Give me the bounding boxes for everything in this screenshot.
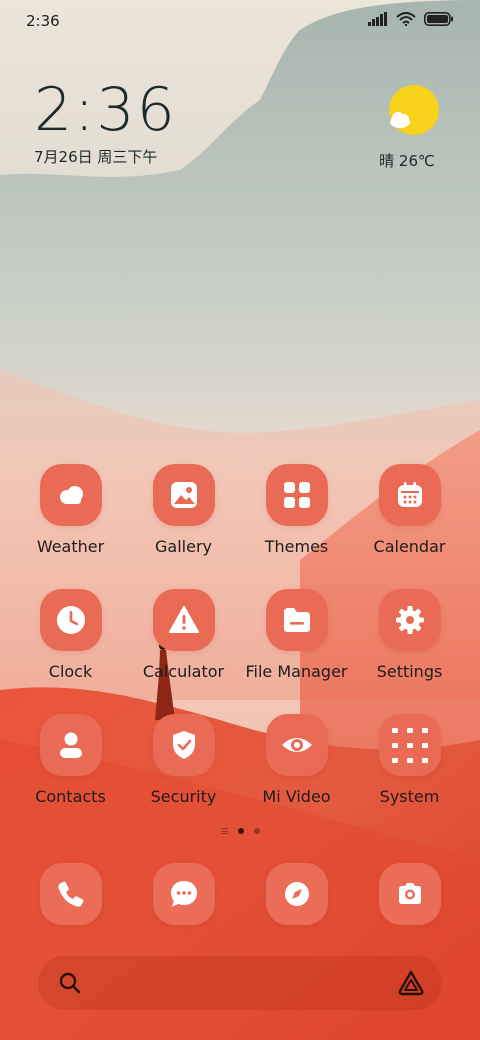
signal-icon (368, 12, 387, 26)
app-grid: Weather Gallery Themes Calendar Clock Ca… (14, 464, 466, 839)
search-bar[interactable] (38, 956, 442, 1010)
camera-icon (399, 883, 421, 904)
app-clock[interactable]: Clock (14, 589, 127, 714)
status-time: 2:36 (26, 12, 60, 30)
app-label: Settings (376, 662, 443, 681)
sun-cloud-icon (389, 85, 439, 135)
app-label: Themes (264, 537, 329, 556)
compass-icon (285, 882, 309, 906)
cloud-icon (60, 486, 83, 504)
eye-icon (282, 738, 312, 752)
calendar-icon (398, 482, 422, 507)
app-label: Calculator (142, 662, 225, 681)
app-calendar[interactable]: Calendar (353, 464, 466, 589)
app-label: Calendar (373, 537, 446, 556)
image-icon (171, 482, 197, 508)
status-bar: 2:36 (0, 0, 480, 42)
app-label: Mi Video (262, 787, 331, 806)
app-file-manager[interactable]: File Manager (240, 589, 353, 714)
wifi-icon (396, 12, 416, 26)
clock-widget[interactable]: 2:36 7月26日 周三下午 (34, 78, 177, 167)
folder-grid-icon (392, 728, 428, 763)
app-folder-system[interactable]: System (353, 714, 466, 839)
app-label: Security (150, 787, 217, 806)
clock-icon (57, 606, 85, 634)
app-security[interactable]: Security (127, 714, 240, 839)
app-weather[interactable]: Weather (14, 464, 127, 589)
app-label: System (379, 787, 440, 806)
message-icon (171, 881, 197, 907)
assistant-icon[interactable] (396, 969, 426, 997)
gear-icon (396, 606, 424, 634)
app-themes[interactable]: Themes (240, 464, 353, 589)
weather-widget[interactable]: 晴 26℃ (379, 84, 444, 171)
app-label: Weather (36, 537, 105, 556)
app-label: File Manager (245, 662, 348, 681)
page-dot (253, 828, 260, 834)
clock-date: 7月26日 周三下午 (34, 148, 158, 166)
grid-icon (284, 482, 310, 508)
weather-temperature: 26℃ (398, 152, 435, 170)
app-calculator[interactable]: Calculator (127, 589, 240, 714)
app-label: Contacts (35, 787, 106, 806)
list-indicator-icon (220, 828, 228, 834)
phone-icon (58, 881, 84, 907)
app-gallery[interactable]: Gallery (127, 464, 240, 589)
app-label: Clock (48, 662, 93, 681)
app-settings[interactable]: Settings (353, 589, 466, 714)
clock-time: 2:36 (34, 75, 177, 145)
person-icon (60, 732, 82, 758)
weather-condition: 晴 (379, 152, 395, 170)
app-mi-video[interactable]: Mi Video (240, 714, 353, 839)
battery-icon (424, 12, 453, 26)
app-contacts[interactable]: Contacts (14, 714, 127, 839)
folder-icon (284, 608, 310, 632)
shield-icon (173, 731, 195, 759)
app-label: Gallery (155, 537, 212, 556)
warning-icon (169, 606, 199, 633)
search-icon (59, 972, 81, 994)
page-dot-active (237, 828, 244, 834)
page-indicator[interactable] (0, 828, 480, 834)
